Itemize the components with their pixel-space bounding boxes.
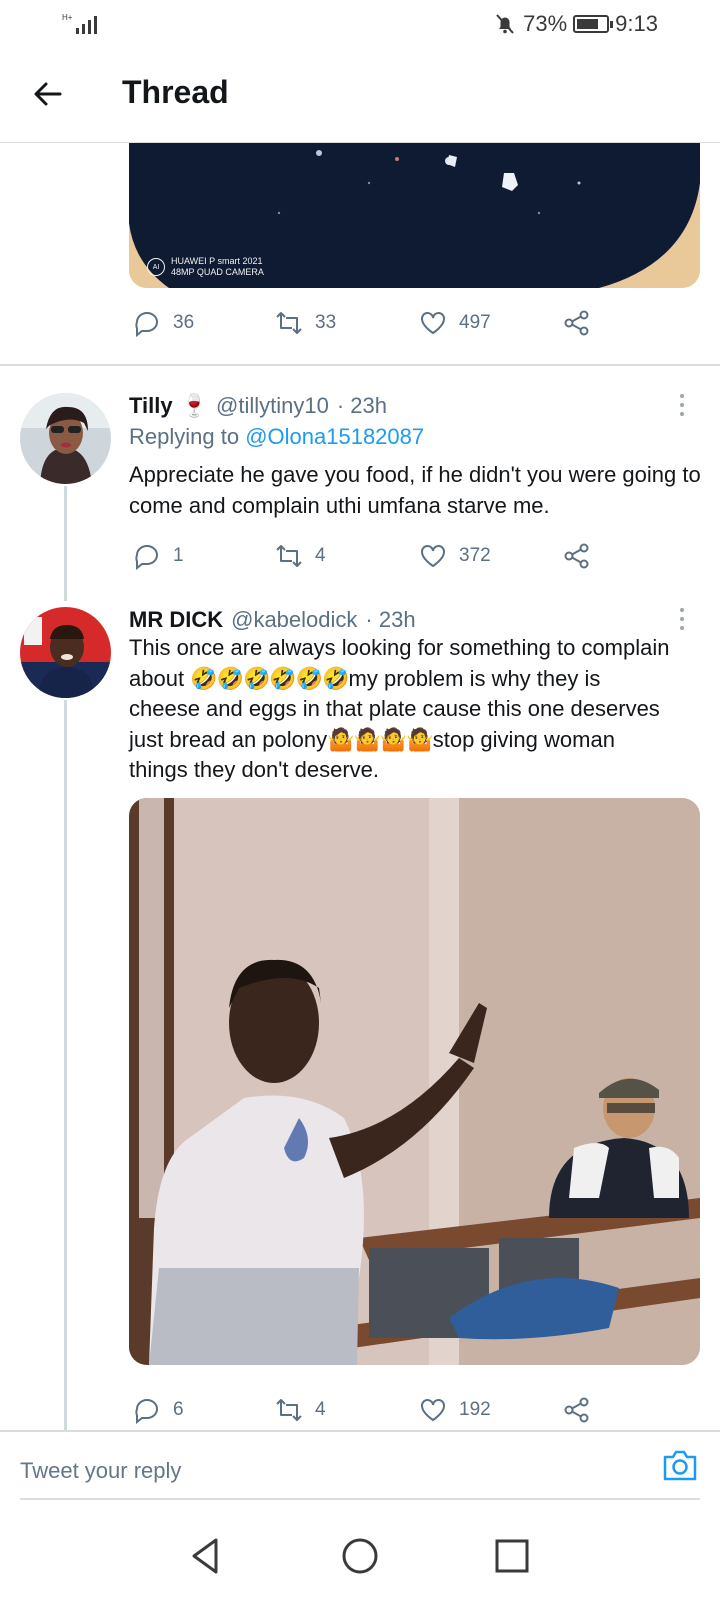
like-icon	[421, 545, 445, 568]
mention-link[interactable]: @Olona15182087	[245, 424, 424, 449]
more-vertical-icon[interactable]	[678, 392, 686, 418]
retweet-button[interactable]: 4	[275, 538, 326, 574]
retweet-count: 4	[315, 1399, 326, 1420]
share-icon	[564, 1397, 589, 1423]
like-icon	[421, 312, 445, 335]
nav-recents-icon[interactable]	[490, 1534, 534, 1578]
retweet-button[interactable]: 33	[275, 305, 336, 341]
tweet-actions: 1 4 372	[129, 538, 609, 574]
avatar-mrdick	[20, 607, 111, 698]
like-button[interactable]: 192	[419, 1392, 491, 1428]
nav-home-icon[interactable]	[338, 1534, 382, 1578]
tweet-text-line: about 🤣🤣🤣🤣🤣🤣my problem is why they is	[129, 665, 601, 691]
like-button[interactable]: 372	[419, 538, 491, 574]
battery-percent: 73%	[523, 11, 568, 36]
more-vertical-icon[interactable]	[678, 606, 686, 632]
reply-button[interactable]: 6	[133, 1392, 184, 1428]
tweet-header: Tilly 🍷 @tillytiny10 · 23h	[129, 391, 387, 421]
reply-icon	[135, 545, 158, 570]
tweet-text: This once are always looking for somethi…	[129, 633, 705, 786]
avatar-tilly	[20, 393, 111, 484]
reply-count: 36	[173, 312, 195, 333]
reply-input[interactable]: Tweet your reply	[20, 1444, 700, 1500]
replying-to: Replying to @Olona15182087	[129, 424, 424, 450]
like-count: 372	[459, 545, 491, 566]
reply-button[interactable]: 36	[133, 305, 194, 341]
reply-composer: Tweet your reply	[0, 1430, 720, 1512]
tweet-text-line: just bread an polony🤷🤷🤷🤷stop giving woma…	[129, 726, 615, 752]
retweet-icon	[276, 312, 302, 334]
watermark-line2: 48MP QUAD CAMERA	[171, 267, 264, 277]
name-emoji: 🍷	[180, 393, 209, 418]
like-count: 192	[459, 1399, 491, 1420]
svg-text:H+: H+	[62, 13, 73, 22]
back-arrow-icon[interactable]	[28, 74, 68, 114]
user-name[interactable]: Tilly	[129, 393, 173, 419]
share-icon	[564, 543, 589, 569]
reply-icon	[135, 312, 158, 337]
reply-count: 1	[173, 545, 184, 566]
retweet-icon	[276, 545, 302, 567]
tweet-text-line: things they don't deserve.	[129, 757, 380, 782]
app-header: Thread	[0, 48, 720, 143]
like-button[interactable]: 497	[419, 305, 491, 341]
avatar[interactable]	[20, 607, 111, 698]
system-nav-bar	[0, 1512, 720, 1600]
avatar[interactable]	[20, 393, 111, 484]
signal-icon: H+	[62, 13, 97, 34]
thread-divider	[0, 364, 720, 366]
tweet-image[interactable]	[129, 798, 700, 1365]
mute-bell-icon	[496, 14, 514, 34]
emoji-shrug: 🤷🤷🤷🤷	[327, 726, 434, 752]
share-button[interactable]	[563, 305, 591, 341]
retweet-button[interactable]: 4	[275, 1392, 326, 1428]
thread-connector	[64, 700, 67, 1430]
status-bar: H+ 73% 9:13	[0, 0, 720, 48]
share-button[interactable]	[563, 1392, 591, 1428]
camera-watermark: AI HUAWEI P smart 2021 48MP QUAD CAMERA	[147, 256, 264, 278]
reply-icon	[135, 1399, 158, 1424]
like-count: 497	[459, 312, 491, 333]
classroom-photo	[129, 798, 700, 1365]
page-title: Thread	[122, 74, 229, 110]
camera-icon[interactable]	[662, 1448, 698, 1482]
reply-button[interactable]: 1	[133, 538, 184, 574]
ai-badge: AI	[147, 258, 165, 276]
replying-prefix: Replying to	[129, 424, 240, 449]
battery-icon	[573, 15, 614, 33]
tweet-actions: 6 4 192	[129, 1392, 609, 1428]
user-handle[interactable]: @kabelodick	[231, 607, 357, 633]
retweet-count: 4	[315, 545, 326, 566]
tweet-text: Appreciate he gave you food, if he didn'…	[129, 462, 701, 518]
tweet-text-line: This once are always looking for somethi…	[129, 635, 670, 660]
tweet-image-top[interactable]: AI HUAWEI P smart 2021 48MP QUAD CAMERA	[129, 143, 700, 288]
clock: 9:13	[615, 11, 658, 36]
like-icon	[421, 1399, 445, 1422]
share-button[interactable]	[563, 538, 591, 574]
watermark-line1: HUAWEI P smart 2021	[171, 256, 263, 266]
user-name[interactable]: MR DICK	[129, 607, 223, 633]
thread-connector	[64, 486, 67, 601]
retweet-icon	[276, 1399, 302, 1421]
retweet-count: 33	[315, 312, 337, 333]
reply-count: 6	[173, 1399, 184, 1420]
user-handle[interactable]: @tillytiny10	[216, 393, 329, 419]
share-icon	[564, 310, 589, 336]
tweet-actions: 36 33 497	[129, 305, 609, 341]
tweet-time: · 23h	[336, 393, 388, 418]
emoji-laugh: 🤣🤣🤣🤣🤣🤣	[190, 665, 349, 691]
tweet-time: · 23h	[365, 607, 416, 632]
nav-back-icon[interactable]	[184, 1534, 228, 1578]
tweet-header: MR DICK @kabelodick · 23h	[129, 605, 416, 635]
tweet-text-line: cheese and eggs in that plate cause this…	[129, 696, 660, 721]
